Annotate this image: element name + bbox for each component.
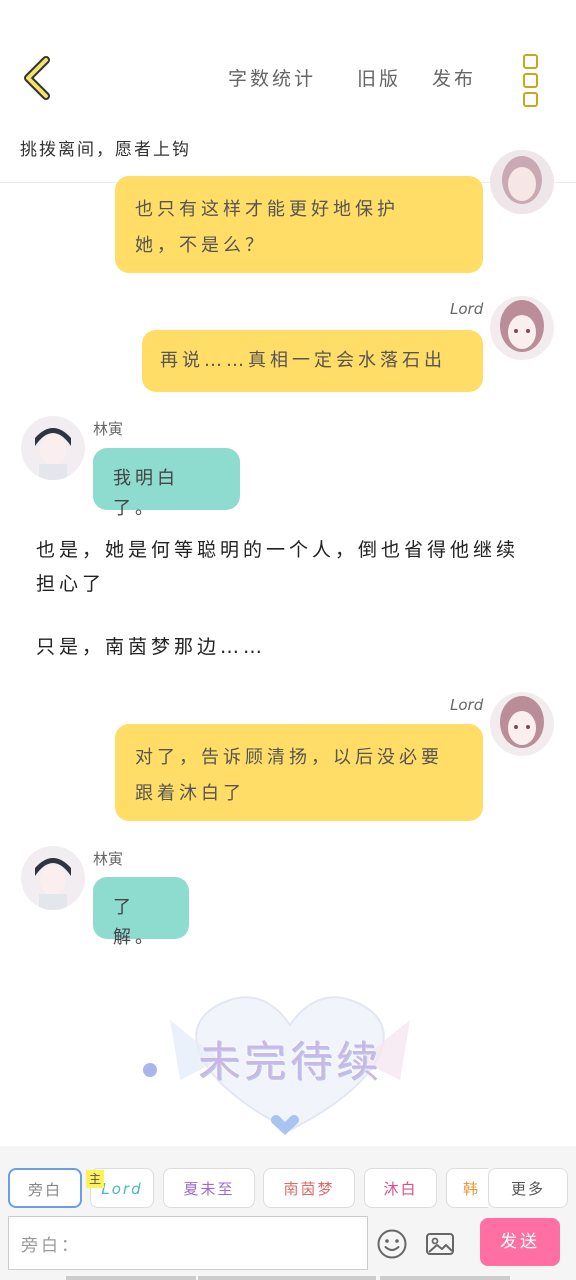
character-chip-narrator[interactable]: 旁白 [8, 1168, 82, 1208]
narration-line: 担心了 [36, 573, 106, 595]
watermark-text: 未完待续 [197, 1037, 382, 1086]
avatar-lord[interactable] [490, 692, 554, 756]
message-bubble-linyin[interactable]: 了解。 [93, 877, 189, 948]
message-bubble-linyin[interactable]: 我明白了。 [93, 448, 240, 519]
narration-text[interactable]: 也是，她是何等聪明的一个人，倒也省得他继续 担心了 [36, 533, 556, 601]
chapter-title[interactable]: 挑拨离间，愿者上钩 [20, 135, 191, 160]
character-chip-xiaweizhi[interactable]: 夏未至 [163, 1168, 255, 1208]
old-version-button[interactable]: 旧版 [357, 64, 401, 91]
narration-line: 也是，她是何等聪明的一个人，倒也省得他继续 [36, 539, 520, 561]
message-text: 我明白了。 [113, 468, 179, 519]
avatar-linyin[interactable] [21, 416, 85, 480]
main-character-badge: 主 [86, 1170, 104, 1188]
message-text: 再说……真相一定会水落石出 [160, 350, 446, 371]
scroll-indicator [66, 1276, 196, 1280]
more-characters-button[interactable]: 更多 [488, 1168, 568, 1208]
send-button[interactable]: 发送 [480, 1218, 560, 1266]
speaker-name: Lord [450, 696, 484, 714]
emoji-icon[interactable] [376, 1228, 408, 1260]
more-menu-icon[interactable] [518, 54, 542, 107]
publish-button[interactable]: 发布 [432, 64, 476, 91]
message-text: 跟着沐白了 [135, 783, 245, 804]
speaker-name: 林寅 [93, 850, 124, 868]
message-input[interactable]: 旁白： [8, 1216, 368, 1270]
message-text: 也只有这样才能更好地保护 [135, 199, 399, 220]
message-text: 对了，告诉顾清扬，以后没必要 [135, 747, 443, 768]
character-chip-nanyinmeng[interactable]: 南茵梦 [263, 1168, 355, 1208]
word-count-button[interactable]: 字数统计 [228, 64, 316, 91]
character-chip-han[interactable]: 韩 [446, 1168, 488, 1208]
avatar-lord[interactable] [490, 150, 554, 214]
speaker-name: 林寅 [93, 420, 124, 438]
message-bubble-lord[interactable]: 再说……真相一定会水落石出 [142, 330, 483, 392]
speaker-name: Lord [450, 300, 484, 318]
image-icon[interactable] [424, 1228, 456, 1260]
message-text: 了解。 [113, 897, 157, 948]
message-text: 她，不是么？ [135, 235, 267, 256]
chevron-left-icon [24, 56, 50, 100]
character-chip-mubai[interactable]: 沐白 [364, 1168, 437, 1208]
chip-label: Lord [101, 1180, 143, 1198]
message-bubble-lord[interactable]: 也只有这样才能更好地保护 她，不是么？ [115, 176, 483, 273]
scroll-indicator [198, 1276, 376, 1280]
avatar-linyin[interactable] [21, 846, 85, 910]
scroll-indicator [380, 1276, 510, 1280]
narration-text[interactable]: 只是，南茵梦那边…… [36, 630, 266, 664]
back-button[interactable] [18, 56, 62, 100]
message-bubble-lord[interactable]: 对了，告诉顾清扬，以后没必要 跟着沐白了 [115, 724, 483, 821]
to-be-continued-watermark: 未完待续 [130, 980, 450, 1140]
top-bar [0, 0, 576, 120]
avatar-lord[interactable] [490, 296, 554, 360]
